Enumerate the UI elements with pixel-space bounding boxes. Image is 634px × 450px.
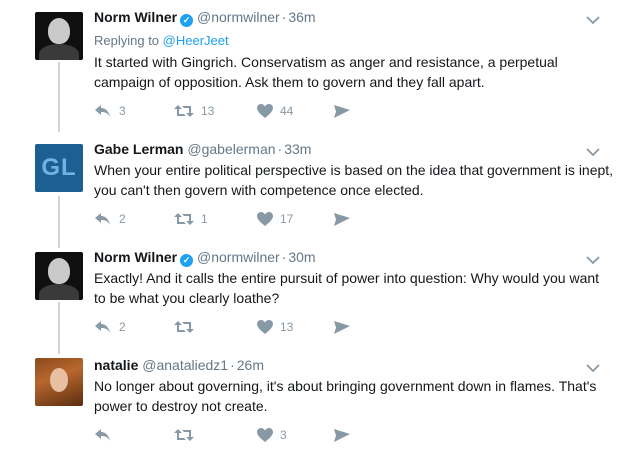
retweet-button[interactable]: 13 xyxy=(174,103,214,119)
direct-message-button[interactable] xyxy=(334,427,350,443)
user-name[interactable]: Norm Wilner xyxy=(94,249,177,265)
user-handle[interactable]: @normwilner xyxy=(197,9,280,25)
reply-count: 2 xyxy=(119,212,126,226)
retweet-count: 1 xyxy=(201,212,208,226)
reply-button[interactable]: 3 xyxy=(94,103,126,119)
verified-badge-icon: ✓ xyxy=(180,254,194,267)
tweet-header: Norm Wilner ✓ @normwilner · 36m xyxy=(94,9,316,27)
tweet-actions: 2 1 17 xyxy=(94,211,394,227)
timestamp[interactable]: 30m xyxy=(288,249,315,265)
tweet-text: When your entire political perspective i… xyxy=(94,162,614,198)
replying-prefix: Replying to xyxy=(94,33,160,48)
heart-icon xyxy=(257,211,273,227)
reply-count: 2 xyxy=(119,320,126,334)
user-name[interactable]: natalie xyxy=(94,357,138,373)
tweet-header: Gabe Lerman @gabelerman · 33m xyxy=(94,141,311,157)
like-count: 13 xyxy=(280,320,294,334)
verified-badge-icon: ✓ xyxy=(180,14,194,27)
avatar-initials: GL xyxy=(41,154,77,181)
direct-message-icon xyxy=(334,104,350,119)
direct-message-icon xyxy=(334,428,350,443)
retweet-icon xyxy=(174,211,194,227)
tweet-text: It started with Gingrich. Conservatism a… xyxy=(94,54,558,90)
tweet-header: natalie @anataliedz1 · 26m xyxy=(94,357,264,373)
separator-dot: · xyxy=(281,249,287,265)
retweet-button[interactable] xyxy=(174,319,201,335)
separator-dot: · xyxy=(281,9,287,25)
chevron-down-icon[interactable] xyxy=(586,12,600,25)
tweet[interactable]: Norm Wilner ✓ @normwilner · 30m Exactly! An… xyxy=(0,240,634,346)
replying-to: Replying to @HeerJeet xyxy=(94,33,229,48)
user-name[interactable]: Gabe Lerman xyxy=(94,141,183,157)
reply-button[interactable]: 2 xyxy=(94,211,126,227)
tweet[interactable]: Norm Wilner ✓ @normwilner · 36m Replying to… xyxy=(0,0,634,128)
direct-message-button[interactable] xyxy=(334,211,350,227)
retweet-button[interactable]: 1 xyxy=(174,211,208,227)
like-button[interactable]: 13 xyxy=(257,319,293,335)
like-button[interactable]: 44 xyxy=(257,103,293,119)
tweet-header: Norm Wilner ✓ @normwilner · 30m xyxy=(94,249,316,267)
chevron-down-icon[interactable] xyxy=(586,144,600,157)
timestamp[interactable]: 26m xyxy=(237,357,264,373)
separator-dot: · xyxy=(230,357,235,373)
separator-dot: · xyxy=(277,141,283,157)
reply-icon xyxy=(94,211,112,227)
reply-button[interactable]: 2 xyxy=(94,319,126,335)
user-handle[interactable]: @normwilner xyxy=(197,249,280,265)
avatar[interactable] xyxy=(35,12,83,60)
like-count: 3 xyxy=(280,428,287,442)
tweet-text: Exactly! And it calls the entire pursuit… xyxy=(94,270,600,306)
reply-icon xyxy=(94,319,112,335)
tweet[interactable]: GL Gabe Lerman @gabelerman · 33m When your… xyxy=(0,132,634,240)
tweet[interactable]: natalie @anataliedz1 · 26m No longer about… xyxy=(0,346,634,450)
reply-icon xyxy=(94,427,112,443)
avatar[interactable] xyxy=(35,252,83,300)
chevron-down-icon[interactable] xyxy=(586,252,600,265)
avatar[interactable] xyxy=(35,358,83,406)
direct-message-icon xyxy=(334,320,350,335)
tweet-actions: 2 13 xyxy=(94,319,394,335)
heart-icon xyxy=(257,427,273,443)
direct-message-button[interactable] xyxy=(334,103,350,119)
direct-message-button[interactable] xyxy=(334,319,350,335)
heart-icon xyxy=(257,103,273,119)
like-button[interactable]: 3 xyxy=(257,427,287,443)
heart-icon xyxy=(257,319,273,335)
direct-message-icon xyxy=(334,212,350,227)
reply-count: 3 xyxy=(119,104,126,118)
chevron-down-icon[interactable] xyxy=(586,360,600,373)
reply-button[interactable] xyxy=(94,427,119,443)
replying-to-link[interactable]: @HeerJeet xyxy=(163,33,229,48)
tweet-actions: 3 xyxy=(94,427,394,443)
user-name[interactable]: Norm Wilner xyxy=(94,9,177,25)
timestamp[interactable]: 36m xyxy=(288,9,315,25)
like-count: 44 xyxy=(280,104,294,118)
like-button[interactable]: 17 xyxy=(257,211,293,227)
retweet-icon xyxy=(174,427,194,443)
avatar[interactable]: GL xyxy=(35,144,83,192)
retweet-button[interactable] xyxy=(174,427,201,443)
tweet-actions: 3 13 44 xyxy=(94,103,394,119)
reply-icon xyxy=(94,103,112,119)
user-handle[interactable]: @gabelerman xyxy=(187,141,275,157)
like-count: 17 xyxy=(280,212,294,226)
timestamp[interactable]: 33m xyxy=(284,141,311,157)
retweet-icon xyxy=(174,103,194,119)
user-handle[interactable]: @anataliedz1 xyxy=(142,357,228,373)
retweet-count: 13 xyxy=(201,104,215,118)
tweet-text: No longer about governing, it's about br… xyxy=(94,378,597,414)
retweet-icon xyxy=(174,319,194,335)
